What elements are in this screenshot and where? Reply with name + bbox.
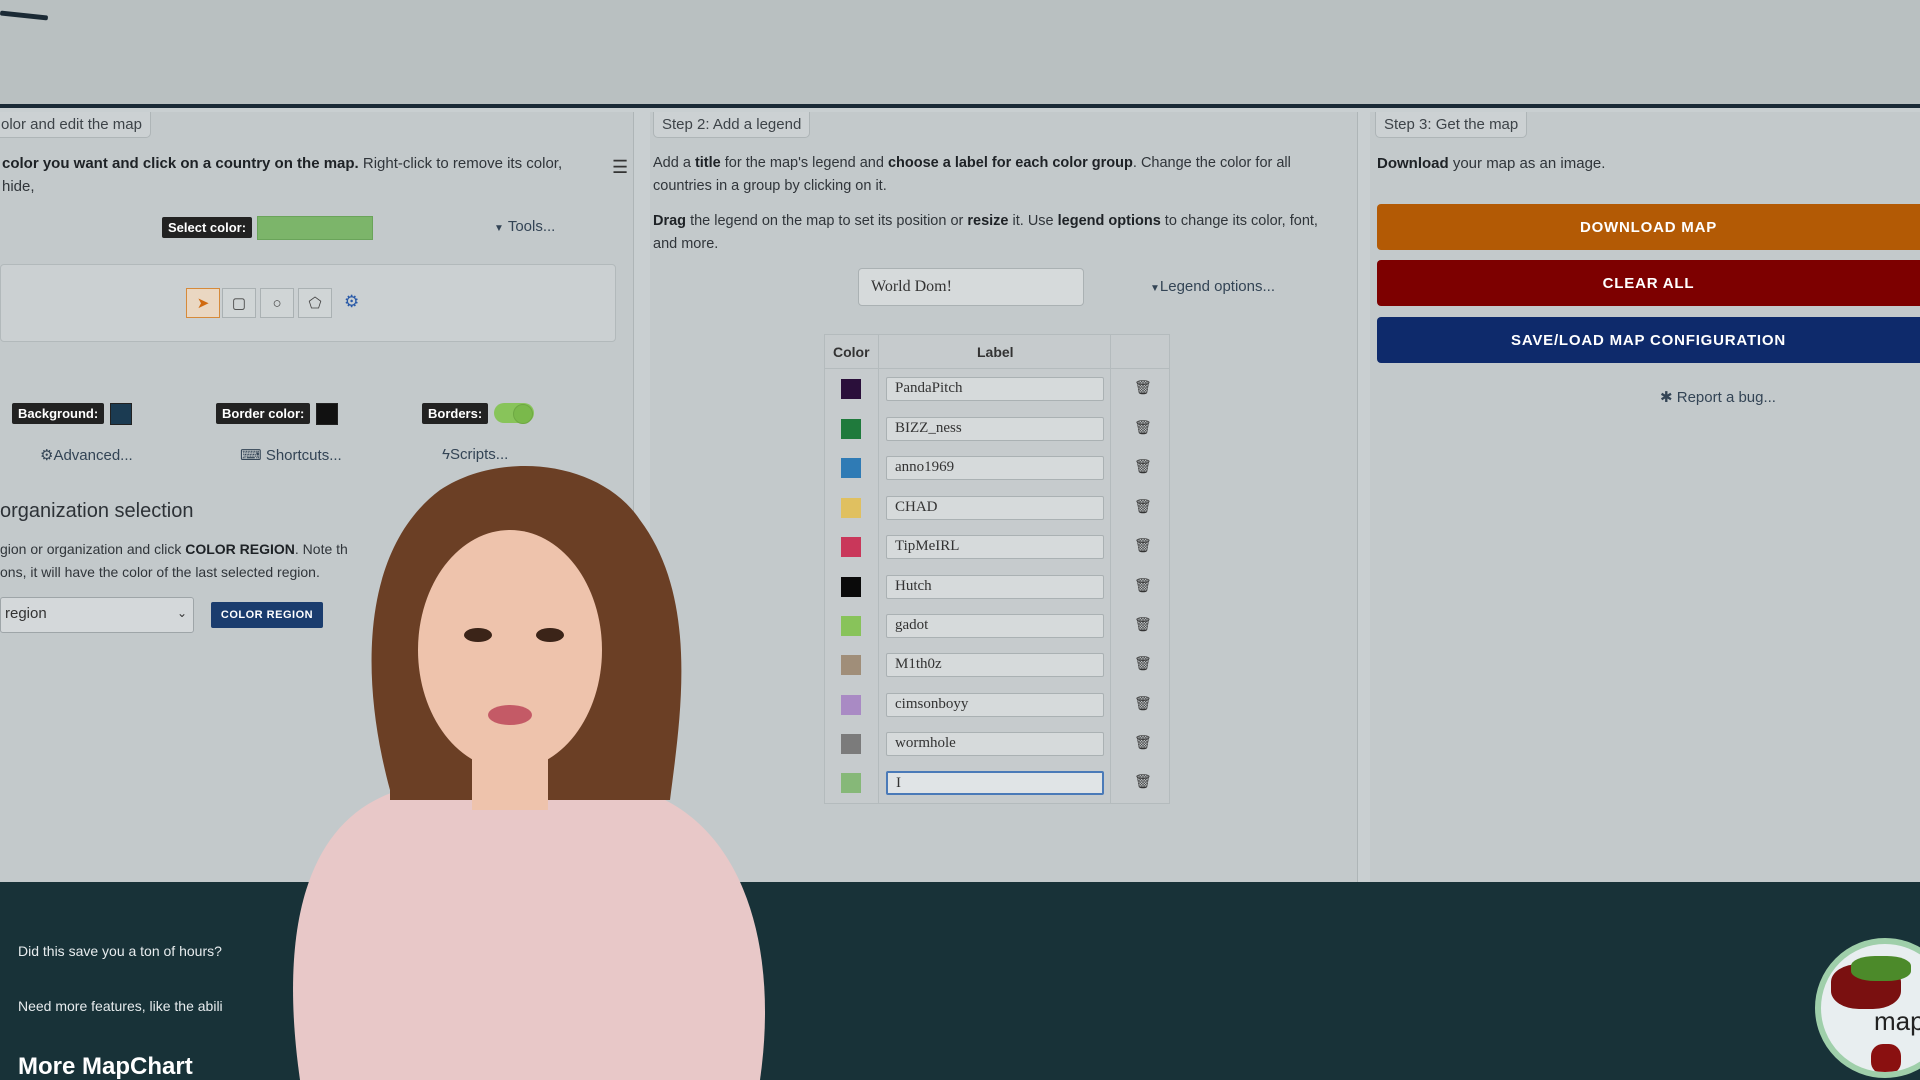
webcam-neck [472,750,548,810]
step2-drag-instructions: Drag the legend on the map to set its po… [653,213,1318,252]
webcam-face [418,530,602,770]
row-color-swatch[interactable] [841,655,861,675]
border-color-swatch[interactable] [316,403,338,425]
region-select[interactable]: region ⌄ [0,597,194,633]
row-label-input[interactable]: cimsonboyy [886,693,1104,717]
step2-tab[interactable]: Step 2: Add a legend [653,112,811,138]
clear-all-button[interactable]: CLEAR ALL [1377,260,1920,306]
trash-icon[interactable]: 🗑 [1134,577,1152,595]
table-divider [824,368,1170,369]
caret-down-icon: ▼ [494,223,504,234]
row-color-swatch[interactable] [841,379,861,399]
bug-icon: ✱ [1660,389,1673,406]
row-color-swatch[interactable] [841,458,861,478]
top-bar [0,0,1920,108]
border-color-label: Border color: [216,403,311,424]
circle-tool-icon[interactable]: ○ [260,288,294,318]
menu-icon[interactable]: ☰ [612,157,628,178]
column-header-color: Color [833,344,870,360]
download-map-button[interactable]: DOWNLOAD MAP [1377,204,1920,250]
row-label-input[interactable]: wormhole [886,732,1104,756]
webcam-eye [464,628,492,642]
select-color-swatch[interactable] [257,216,373,240]
background-swatch[interactable] [110,403,132,425]
chevron-down-icon: ⌄ [176,606,187,620]
legend-title-input[interactable]: World Dom! [858,268,1084,306]
logo-text: mapcha [1874,1006,1920,1036]
row-color-swatch[interactable] [841,734,861,754]
pointer-tool-icon[interactable]: ➤ [186,288,220,318]
legend-options-link[interactable]: ▼Legend options... [1150,278,1275,295]
row-label-input[interactable]: anno1969 [886,456,1104,480]
row-color-swatch[interactable] [841,498,861,518]
select-color-label: Select color: [162,217,253,238]
row-color-swatch[interactable] [841,537,861,557]
footer-line-2: Need more features, like the abili [18,998,223,1014]
trash-icon[interactable]: 🗑 [1134,695,1152,713]
row-label-input[interactable]: Hutch [886,575,1104,599]
step1-tab[interactable]: olor and edit the map [0,112,151,138]
column-header-label: Label [977,344,1014,360]
footer-title: More MapChart [18,1053,193,1080]
trash-icon[interactable]: 🗑 [1134,537,1152,555]
webcam-eye [536,628,564,642]
rectangle-tool-icon[interactable]: ▢ [222,288,256,318]
borders-label: Borders: [422,403,489,424]
row-color-swatch[interactable] [841,616,861,636]
row-label-input[interactable]: M1th0z [886,653,1104,677]
save-load-config-button[interactable]: SAVE/LOAD MAP CONFIGURATION [1377,317,1920,363]
tools-link[interactable]: ▼ Tools... [494,218,555,235]
gear-icon[interactable]: ⚙ [344,292,359,312]
table-divider [1110,334,1111,804]
background-label: Background: [12,403,105,424]
row-color-swatch[interactable] [841,773,861,793]
borders-toggle[interactable] [494,403,534,424]
table-divider [878,334,879,804]
step2-instructions: Add a title for the map's legend and cho… [653,155,1291,194]
webcam-shirt [293,790,765,1080]
row-color-swatch[interactable] [841,577,861,597]
webcam-mouth [488,705,532,725]
row-label-input[interactable]: gadot [886,614,1104,638]
trash-icon[interactable]: 🗑 [1134,734,1152,752]
webcam-overlay [293,466,765,1080]
report-bug-link[interactable]: ✱ Report a bug... [1660,388,1776,406]
row-label-input[interactable]: PandaPitch [886,377,1104,401]
trash-icon[interactable]: 🗑 [1134,616,1152,634]
row-label-input[interactable]: CHAD [886,496,1104,520]
trash-icon[interactable]: 🗑 [1134,458,1152,476]
row-label-input[interactable]: BIZZ_ness [886,417,1104,441]
row-label-input[interactable]: I [886,771,1104,795]
row-color-swatch[interactable] [841,695,861,715]
step1-instructions: color you want and click on a country on… [2,155,563,195]
top-bar-decoration [0,10,49,21]
trash-icon[interactable]: 🗑 [1134,655,1152,673]
trash-icon[interactable]: 🗑 [1134,773,1152,791]
logo-map-shape [1851,956,1911,981]
row-label-input[interactable]: TipMeIRL [886,535,1104,559]
step3-tab[interactable]: Step 3: Get the map [1375,112,1528,138]
gear-icon: ⚙ [40,447,54,464]
polygon-tool-icon[interactable]: ⬠ [298,288,332,318]
step3-instructions: Download your map as an image. [1377,155,1606,172]
logo-map-shape [1871,1044,1901,1072]
caret-down-icon: ▼ [1150,283,1160,294]
footer-line-1: Did this save you a ton of hours? [18,943,222,959]
row-color-swatch[interactable] [841,419,861,439]
trash-icon[interactable]: 🗑 [1134,498,1152,516]
trash-icon[interactable]: 🗑 [1134,379,1152,397]
advanced-link[interactable]: ⚙Advanced... [40,446,133,464]
org-selection-title: organization selection [0,500,194,522]
trash-icon[interactable]: 🗑 [1134,419,1152,437]
